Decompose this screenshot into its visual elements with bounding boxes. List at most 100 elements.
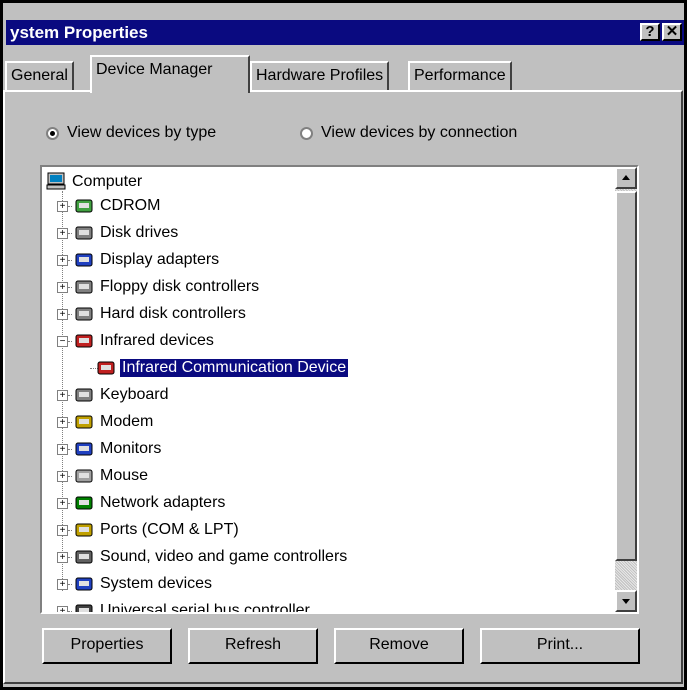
floppy-controller-icon [75,280,93,294]
tree-item-label: Monitors [100,440,162,457]
help-button[interactable]: ? [640,23,660,41]
tree-item-label: Universal serial bus controller [100,602,310,614]
view-by-type-label: View devices by type [67,124,217,141]
tree-item[interactable]: + CDROM [42,193,612,219]
tab-hardware-profiles[interactable]: Hardware Profiles [250,61,390,91]
tree-connector-line [68,503,72,504]
scroll-down-button[interactable] [615,590,637,612]
tree-item[interactable]: + Hard disk controllers [42,301,612,327]
tree-connector-line [68,395,72,396]
tree-item[interactable]: + Display adapters [42,247,612,273]
expand-icon[interactable]: + [57,552,68,563]
infrared-icon [97,361,115,375]
tree-item[interactable]: Infrared Communication Device [42,355,612,381]
tree-connector-line [68,260,72,261]
device-tree[interactable]: Computer + CDROM + Disk drives + Display adap… [40,165,639,614]
tree-connector-line [68,314,72,315]
tree-connector-line [68,557,72,558]
tree-item-label: Infrared devices [100,332,214,349]
properties-button[interactable]: Properties [42,628,172,664]
tree-connector-line [68,341,72,342]
expand-icon[interactable]: + [57,417,68,428]
tree-connector-line [68,530,72,531]
expand-icon[interactable]: + [57,498,68,509]
tree-item[interactable]: + Network adapters [42,490,612,516]
expand-icon[interactable]: + [57,390,68,401]
tree-connector-line [68,449,72,450]
tree-item-label: Keyboard [100,386,169,403]
tree-item[interactable]: + Modem [42,409,612,435]
tree-item-label: CDROM [100,197,161,214]
tree-item[interactable]: + Floppy disk controllers [42,274,612,300]
tree-connector-line [68,287,72,288]
tree-item[interactable]: + Universal serial bus controller [42,598,612,614]
scroll-up-button[interactable] [615,167,637,189]
network-adapter-icon [75,496,93,510]
close-button[interactable]: ✕ [662,23,682,41]
infrared-icon [75,334,93,348]
expand-icon[interactable]: + [57,228,68,239]
radio-selected-icon[interactable] [46,126,59,140]
expand-icon[interactable]: + [57,282,68,293]
expand-icon[interactable]: + [57,309,68,320]
window-title: ystem Properties [10,23,148,42]
disk-drive-icon [75,226,93,240]
view-by-connection-option[interactable]: View devices by connection [300,124,517,142]
remove-button[interactable]: Remove [334,628,464,664]
sound-icon [75,550,93,564]
computer-icon [46,172,66,190]
tree-item-label-selected: Infrared Communication Device [118,358,350,378]
tree-item-label: Ports (COM & LPT) [100,521,239,538]
arrow-up-icon [622,175,630,180]
print-button[interactable]: Print... [480,628,640,664]
tree-item-label: Sound, video and game controllers [100,548,348,565]
tree-item-label: Display adapters [100,251,220,268]
tree-connector-line [68,476,72,477]
tab-device-manager[interactable]: Device Manager [90,55,250,93]
display-adapter-icon [75,253,93,267]
tree-connector-line [68,611,72,612]
vertical-scrollbar[interactable] [615,167,637,612]
tree-item[interactable]: + System devices [42,571,612,597]
expand-icon[interactable]: + [57,471,68,482]
radio-unselected-icon[interactable] [300,126,313,140]
tab-general[interactable]: General [5,61,74,91]
tree-item-label: Mouse [100,467,149,484]
tree-root-label: Computer [72,173,143,190]
tab-performance[interactable]: Performance [408,61,512,91]
expand-icon[interactable]: + [57,606,68,612]
mouse-icon [75,469,93,483]
arrow-down-icon [622,599,630,604]
view-by-type-option[interactable]: View devices by type [46,124,216,142]
tree-connector-line [68,422,72,423]
cdrom-icon [75,199,93,213]
tree-item[interactable]: + Mouse [42,463,612,489]
monitor-icon [75,442,93,456]
title-bar[interactable]: ystem Properties ? ✕ [6,20,684,45]
tree-connector-line [68,233,72,234]
expand-icon[interactable]: + [57,255,68,266]
tree-item[interactable]: − Infrared devices [42,328,612,354]
tree-connector-line [68,584,72,585]
view-by-connection-label: View devices by connection [321,124,518,141]
expand-icon[interactable]: + [57,525,68,536]
scroll-thumb[interactable] [615,191,637,561]
tree-item[interactable]: + Disk drives [42,220,612,246]
tree-connector-line [68,206,72,207]
tree-item[interactable]: + Monitors [42,436,612,462]
tree-item-label: System devices [100,575,213,592]
tree-item-label: Floppy disk controllers [100,278,260,295]
refresh-button[interactable]: Refresh [188,628,318,664]
modem-icon [75,415,93,429]
tree-item[interactable]: + Ports (COM & LPT) [42,517,612,543]
keyboard-icon [75,388,93,402]
tree-item-label: Hard disk controllers [100,305,246,322]
collapse-icon[interactable]: − [57,336,68,347]
expand-icon[interactable]: + [57,201,68,212]
tree-item[interactable]: + Keyboard [42,382,612,408]
tree-item[interactable]: + Sound, video and game controllers [42,544,612,570]
expand-icon[interactable]: + [57,579,68,590]
usb-icon [75,604,93,612]
expand-icon[interactable]: + [57,444,68,455]
tree-item-label: Modem [100,413,154,430]
